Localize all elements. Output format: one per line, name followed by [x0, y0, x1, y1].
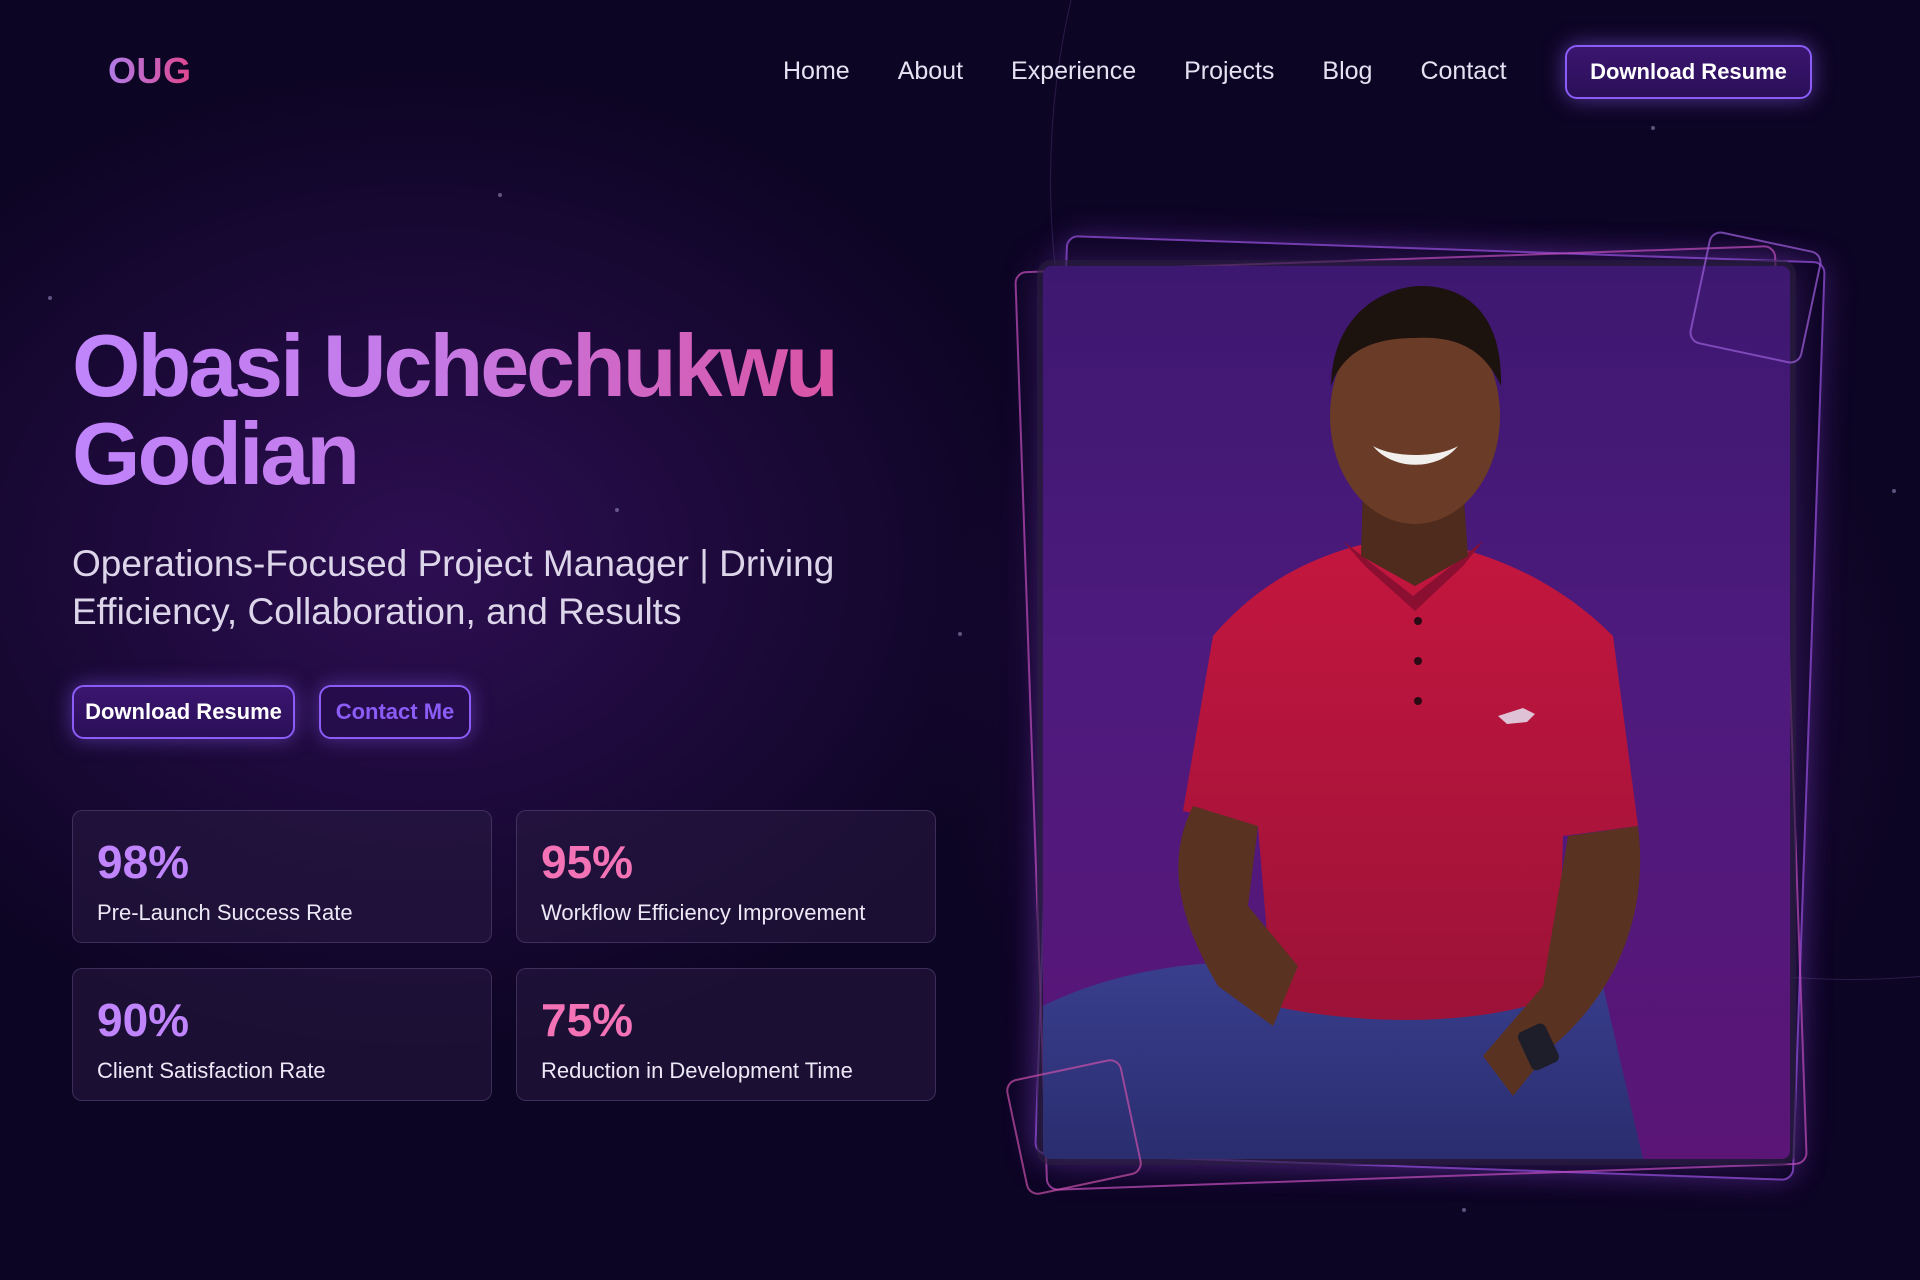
star-dot — [615, 508, 619, 512]
hero-title-line-2: Godian — [72, 404, 358, 503]
star-dot — [48, 296, 52, 300]
stat-value: 98% — [97, 836, 190, 888]
hero-subtitle: Operations-Focused Project Manager | Dri… — [72, 540, 932, 636]
top-navbar: OUG Home About Experience Projects Blog … — [0, 0, 1920, 145]
decor-square-top — [1687, 229, 1824, 366]
nav-download-resume-button[interactable]: Download Resume — [1565, 45, 1812, 99]
star-dot — [1892, 489, 1896, 493]
stat-value: 95% — [541, 836, 634, 888]
stat-label: Workflow Efficiency Improvement — [541, 900, 866, 925]
star-dot — [1462, 1208, 1466, 1212]
hero-subtitle-line-1: Operations-Focused Project Manager | Dri… — [72, 543, 835, 584]
nav-link-experience[interactable]: Experience — [1011, 55, 1136, 87]
page: OUG Home About Experience Projects Blog … — [0, 0, 1920, 1280]
nav-link-projects[interactable]: Projects — [1184, 55, 1274, 87]
hero-title-line-1: Obasi Uchechukwu — [72, 316, 836, 415]
nav-link-blog[interactable]: Blog — [1322, 55, 1372, 87]
stat-value: 90% — [97, 994, 190, 1046]
download-resume-button[interactable]: Download Resume — [72, 685, 295, 739]
profile-photo — [1043, 266, 1790, 1159]
stat-card-dev-time: 75% Reduction in Development Time — [516, 968, 936, 1101]
stat-label: Client Satisfaction Rate — [97, 1058, 326, 1083]
portrait-illustration — [1043, 286, 1643, 1159]
nav-link-contact[interactable]: Contact — [1420, 55, 1506, 87]
contact-me-button[interactable]: Contact Me — [319, 685, 471, 739]
site-logo[interactable]: OUG — [108, 50, 192, 92]
hero-title: Obasi Uchechukwu Godian — [72, 322, 972, 498]
stat-card-prelaunch: 98% Pre-Launch Success Rate — [72, 810, 492, 943]
stat-value: 75% — [541, 994, 634, 1046]
nav-link-home[interactable]: Home — [783, 55, 850, 87]
stat-label: Reduction in Development Time — [541, 1058, 853, 1083]
star-dot — [498, 193, 502, 197]
hero-subtitle-line-2: Efficiency, Collaboration, and Results — [72, 591, 682, 632]
stat-card-client-satisfaction: 90% Client Satisfaction Rate — [72, 968, 492, 1101]
stat-card-workflow: 95% Workflow Efficiency Improvement — [516, 810, 936, 943]
decor-square-bottom — [1004, 1057, 1144, 1197]
stat-label: Pre-Launch Success Rate — [97, 900, 353, 925]
nav-link-about[interactable]: About — [898, 55, 963, 87]
nav-links: Home About Experience Projects Blog Cont… — [783, 55, 1555, 87]
star-dot — [958, 632, 962, 636]
